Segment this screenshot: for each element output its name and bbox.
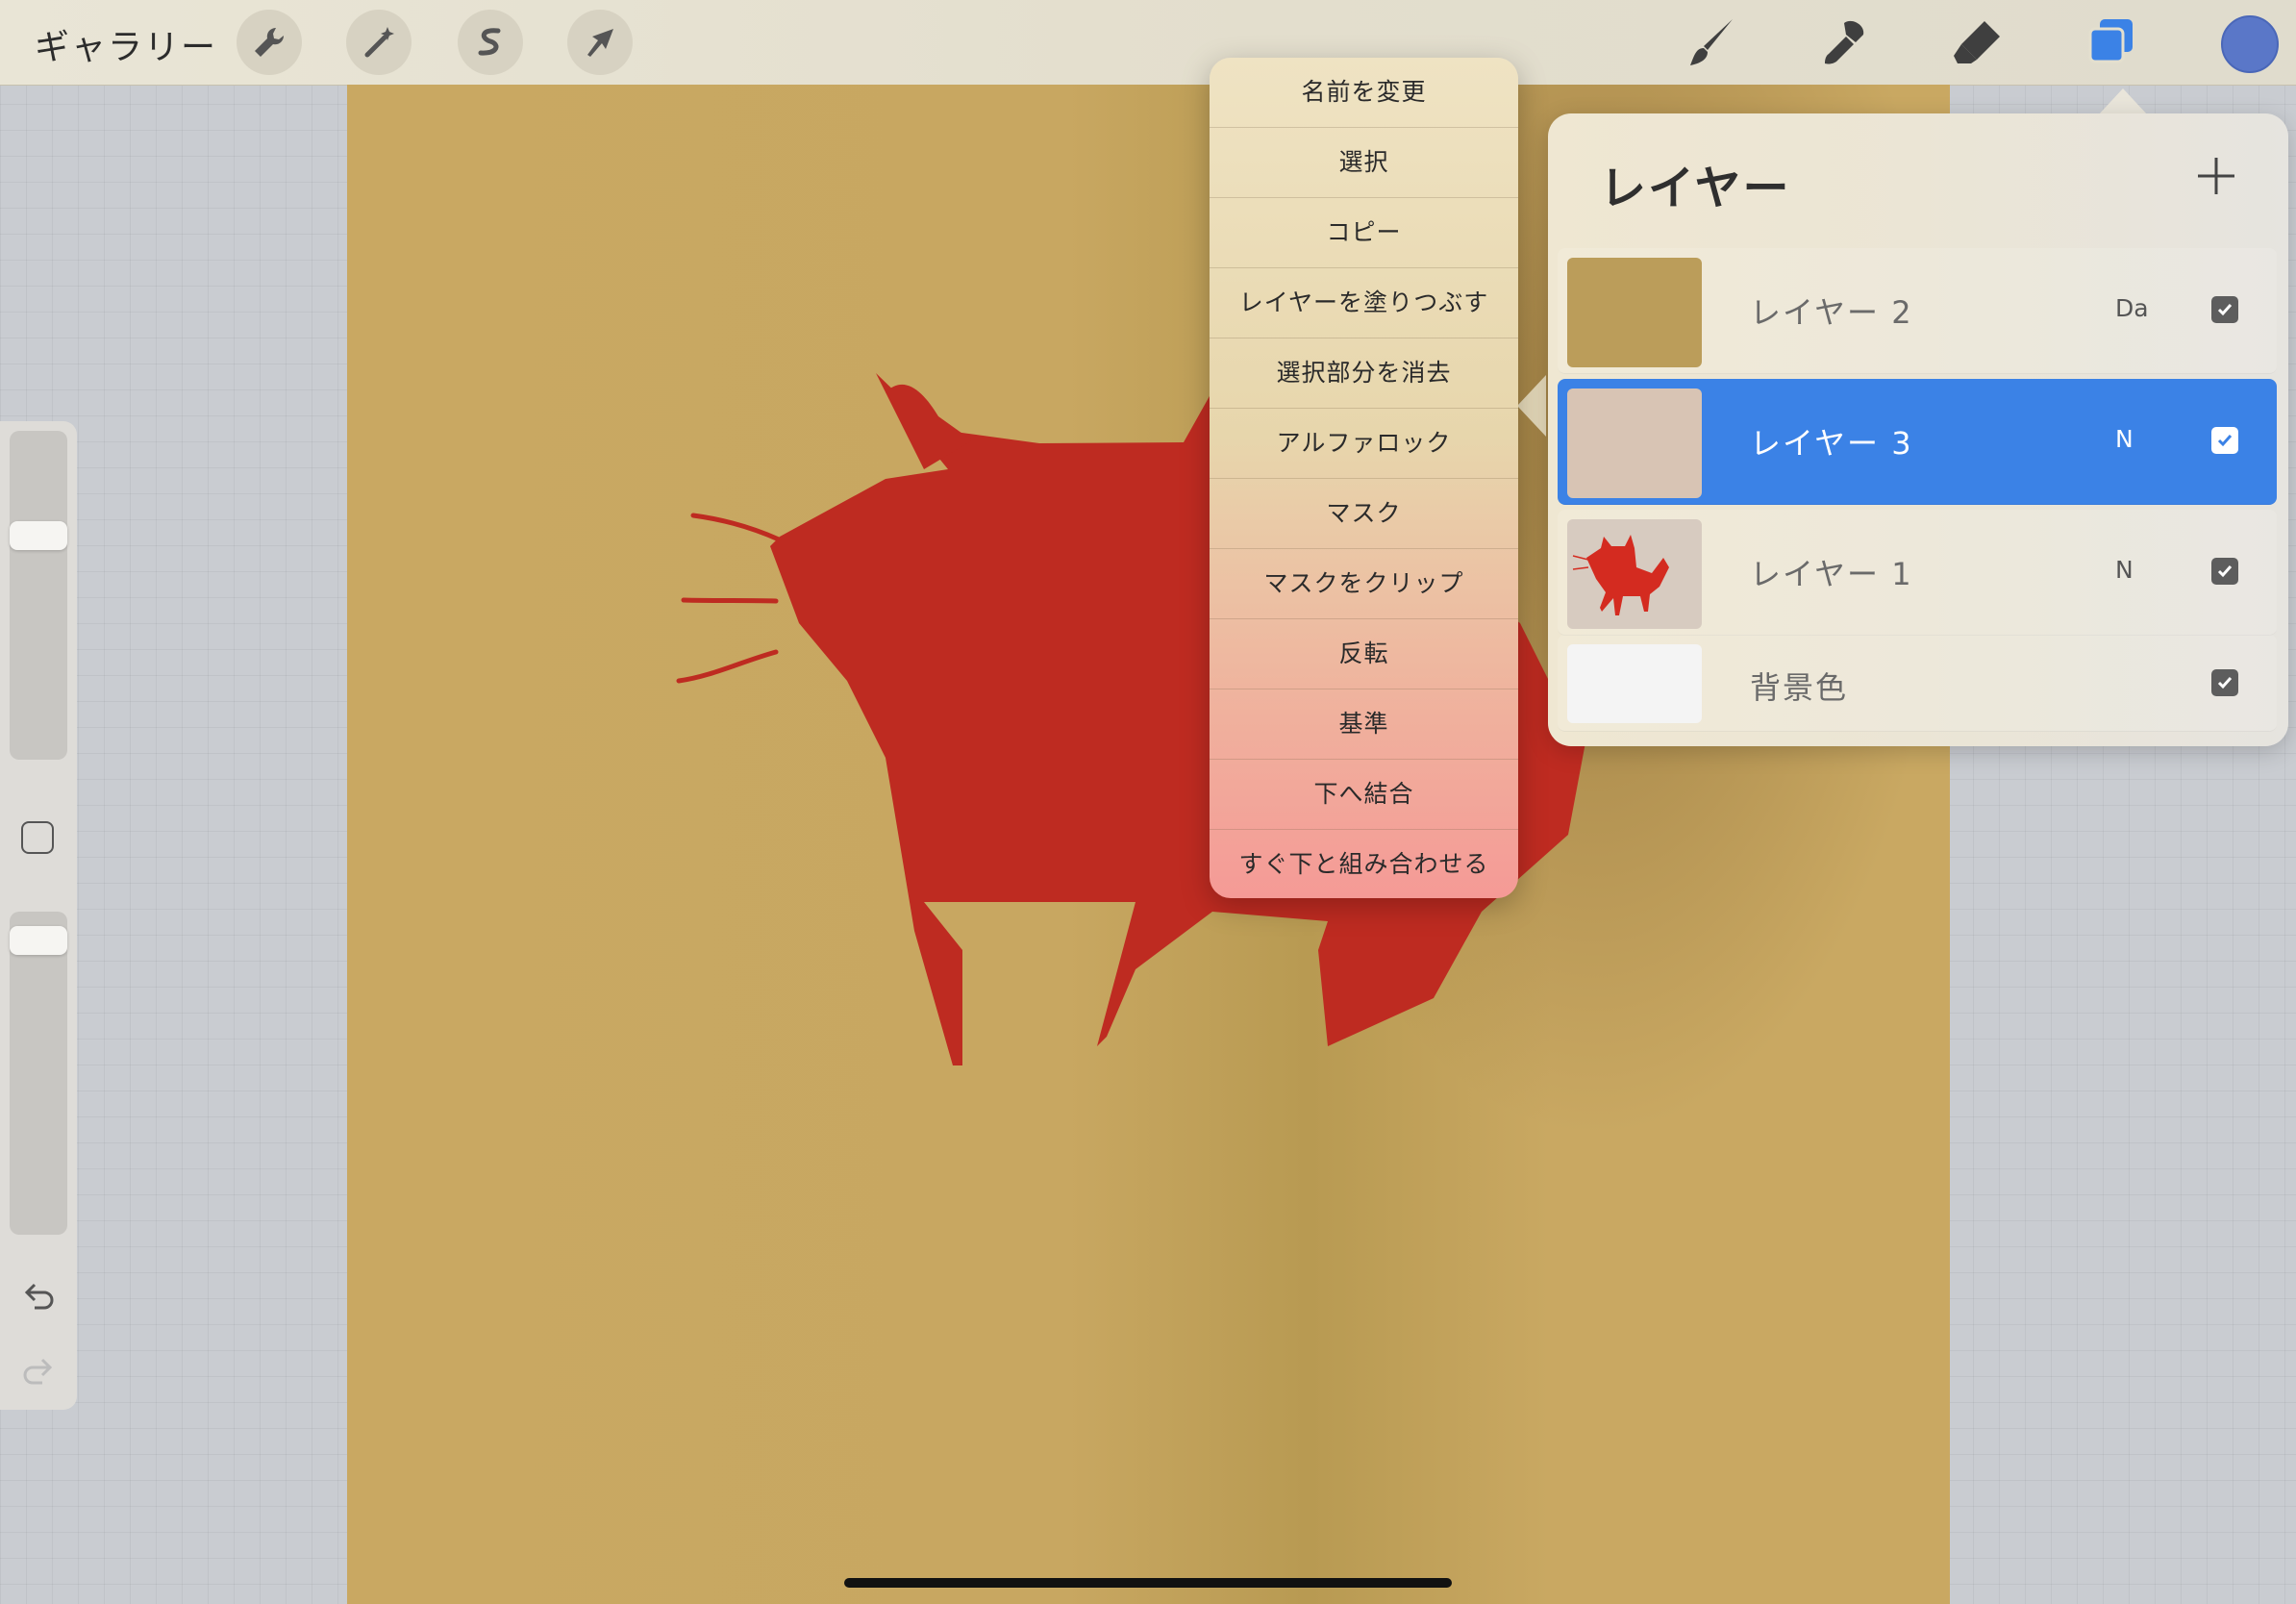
top-toolbar: ギャラリー [0, 0, 2296, 86]
opacity-slider[interactable] [10, 912, 67, 1235]
menu-pointer [1517, 375, 1546, 437]
magic-wand-icon[interactable] [346, 10, 412, 75]
menu-item-mask[interactable]: マスク [1210, 479, 1518, 549]
menu-item-clear-selection[interactable]: 選択部分を消去 [1210, 338, 1518, 409]
brush-icon[interactable] [1679, 8, 1748, 77]
menu-item-rename[interactable]: 名前を変更 [1210, 58, 1518, 128]
layer-thumbnail [1567, 519, 1702, 629]
visibility-checkbox[interactable] [2211, 669, 2238, 696]
menu-item-merge-down[interactable]: 下へ結合 [1210, 760, 1518, 830]
menu-item-reference[interactable]: 基準 [1210, 689, 1518, 760]
eraser-icon[interactable] [1944, 8, 2013, 77]
gallery-button[interactable]: ギャラリー [35, 19, 217, 69]
redo-icon[interactable] [19, 1352, 58, 1391]
layer-thumbnail [1567, 644, 1702, 723]
opacity-handle[interactable] [10, 926, 67, 955]
blend-mode-button[interactable]: Da [2115, 294, 2149, 322]
background-layer-row[interactable]: 背景色 [1558, 635, 2277, 732]
brush-size-slider[interactable] [10, 431, 67, 760]
transform-arrow-icon[interactable] [567, 10, 633, 75]
layer-row[interactable]: レイヤー 2 Da [1558, 248, 2277, 374]
left-sidebar [0, 421, 77, 1410]
menu-item-combine-down[interactable]: すぐ下と組み合わせる [1210, 830, 1518, 898]
visibility-checkbox[interactable] [2211, 558, 2238, 585]
wrench-icon[interactable] [237, 10, 302, 75]
home-indicator [844, 1578, 1452, 1588]
undo-icon[interactable] [19, 1277, 58, 1316]
layer-row[interactable]: レイヤー 1 N [1558, 510, 2277, 636]
menu-item-alpha-lock[interactable]: アルファロック [1210, 409, 1518, 479]
color-swatch[interactable] [2221, 15, 2279, 73]
visibility-checkbox[interactable] [2211, 296, 2238, 323]
blend-mode-button[interactable]: N [2115, 556, 2134, 584]
menu-item-select[interactable]: 選択 [1210, 128, 1518, 198]
menu-item-invert[interactable]: 反転 [1210, 619, 1518, 689]
layer-name: レイヤー 3 [1750, 425, 1913, 462]
menu-item-copy[interactable]: コピー [1210, 198, 1518, 268]
layers-icon[interactable] [2077, 8, 2146, 77]
layer-name: レイヤー 2 [1750, 294, 1913, 331]
add-layer-button[interactable] [2192, 152, 2240, 200]
panel-title: レイヤー [1600, 162, 1791, 215]
panel-pointer [2098, 88, 2148, 115]
selection-icon[interactable] [458, 10, 523, 75]
cat-thumbnail-icon [1572, 535, 1669, 615]
layer-name: 背景色 [1750, 669, 1849, 706]
layer-thumbnail [1567, 258, 1702, 367]
brush-size-handle[interactable] [10, 521, 67, 550]
modify-square-icon[interactable] [21, 821, 54, 854]
layer-thumbnail [1567, 388, 1702, 498]
menu-item-fill-layer[interactable]: レイヤーを塗りつぶす [1210, 268, 1518, 338]
layer-row-selected[interactable]: レイヤー 3 N [1558, 379, 2277, 505]
layer-name: レイヤー 1 [1750, 556, 1913, 592]
smudge-icon[interactable] [1811, 8, 1881, 77]
visibility-checkbox[interactable] [2211, 427, 2238, 454]
menu-item-clipping-mask[interactable]: マスクをクリップ [1210, 549, 1518, 619]
layer-options-menu: 名前を変更 選択 コピー レイヤーを塗りつぶす 選択部分を消去 アルファロック … [1210, 58, 1518, 898]
blend-mode-button[interactable]: N [2115, 425, 2134, 453]
layers-panel: レイヤー レイヤー 2 Da レイヤー 3 N レイヤー 1 N 背景色 [1548, 113, 2288, 746]
